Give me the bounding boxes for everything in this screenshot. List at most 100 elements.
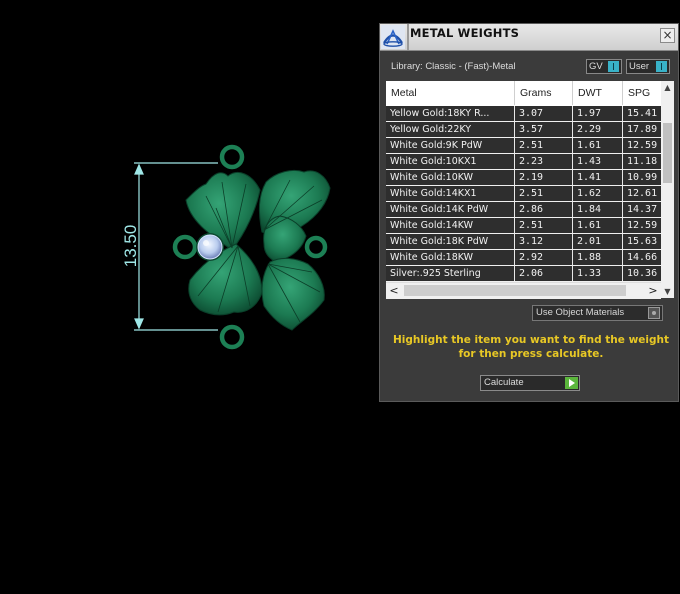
column-header-grams[interactable]: Grams (515, 81, 573, 105)
scroll-left-icon[interactable]: < (386, 283, 402, 299)
model-canvas[interactable]: 13.50 (0, 0, 378, 590)
cell-dwt: 1.88 (573, 250, 623, 265)
cell-spg: 14.37 (627, 204, 658, 215)
cell-grams: 2.51 (515, 186, 573, 201)
cell-grams: 2.06 (515, 266, 573, 281)
column-header-spg[interactable]: SPG (623, 81, 661, 105)
cell-spg: 12.61 (627, 188, 658, 199)
gv-toggle[interactable]: GV (586, 59, 622, 74)
cell-metal: White Gold:10KX1 (386, 154, 515, 169)
cell-spg: 12.59 (627, 220, 658, 231)
table-row[interactable]: Yellow Gold:18KY R... 3.07 1.97 15.41 (386, 106, 661, 122)
cell-dwt: 2.29 (573, 122, 623, 137)
jump-ring-bottom (219, 324, 245, 350)
cell-metal: White Gold:14KX1 (386, 186, 515, 201)
jump-ring-right (304, 235, 328, 259)
cell-dwt: 2.01 (573, 234, 623, 249)
cell-grams: 3.57 (515, 122, 573, 137)
cell-dwt: 1.33 (573, 266, 623, 281)
table-row[interactable]: Yellow Gold:22KY 3.57 2.29 17.89 (386, 122, 661, 138)
cell-dwt: 1.84 (573, 202, 623, 217)
app-logo-icon (381, 25, 405, 49)
toggle-indicator-icon (656, 61, 667, 72)
cell-spg: 15.41 (627, 108, 658, 119)
table-row[interactable]: White Gold:14K PdW 2.86 1.84 14.37 (386, 202, 661, 218)
cell-grams: 3.07 (515, 106, 573, 121)
vertical-scroll-thumb[interactable] (663, 123, 672, 183)
cell-dwt: 1.97 (573, 106, 623, 121)
scroll-right-icon[interactable]: > (645, 283, 661, 299)
cell-dwt: 1.41 (573, 170, 623, 185)
use-object-materials-checkbox[interactable]: Use Object Materials (532, 305, 663, 321)
gemstone (196, 233, 224, 261)
column-header-metal[interactable]: Metal (386, 81, 515, 105)
cell-spg: 10.36 (627, 268, 658, 279)
table-row[interactable]: White Gold:14KW 2.51 1.61 12.59 (386, 218, 661, 234)
table-row[interactable]: White Gold:10KX1 2.23 1.43 11.18 (386, 154, 661, 170)
cell-spg: 14.66 (627, 252, 658, 263)
library-label: Library: Classic - (Fast)-Metal (391, 61, 516, 72)
table-row[interactable]: White Gold:10KW 2.19 1.41 10.99 (386, 170, 661, 186)
cell-grams: 2.23 (515, 154, 573, 169)
cell-dwt: 1.43 (573, 154, 623, 169)
cell-grams: 2.51 (515, 138, 573, 153)
cell-spg: 12.59 (627, 140, 658, 151)
vertical-scrollbar[interactable]: ▲ ▼ (661, 81, 674, 298)
cell-spg: 17.89 (627, 124, 658, 135)
calculate-label: Calculate (484, 377, 524, 388)
leaf-lower-right (261, 257, 325, 331)
titlebar-separator (407, 24, 409, 50)
cell-metal: White Gold:9K PdW (386, 138, 515, 153)
cell-grams: 2.51 (515, 218, 573, 233)
scroll-down-icon[interactable]: ▼ (661, 285, 674, 298)
user-toggle[interactable]: User (626, 59, 670, 74)
cell-spg: 10.99 (627, 172, 658, 183)
panel-titlebar[interactable]: METAL WEIGHTS × (380, 24, 678, 51)
cell-metal: Yellow Gold:22KY (386, 122, 515, 137)
panel-title: METAL WEIGHTS (410, 26, 520, 40)
table-row[interactable]: White Gold:14KX1 2.51 1.62 12.61 (386, 186, 661, 202)
cell-grams: 2.19 (515, 170, 573, 185)
table-row[interactable]: Silver:.925 Sterling 2.06 1.33 10.36 (386, 266, 661, 282)
cell-spg: 15.63 (627, 236, 658, 247)
metal-table[interactable]: Metal Grams DWT SPG Yellow Gold:18KY R..… (386, 81, 661, 298)
table-row[interactable]: White Gold:9K PdW 2.51 1.61 12.59 (386, 138, 661, 154)
dimension-arrow-bottom (134, 318, 144, 330)
cell-grams: 2.86 (515, 202, 573, 217)
calculate-button[interactable]: Calculate (480, 375, 580, 391)
jump-ring-top (219, 144, 245, 170)
user-toggle-label: User (629, 61, 650, 72)
cell-metal: Yellow Gold:18KY R... (386, 106, 515, 121)
viewport[interactable]: 13.50 (0, 0, 378, 590)
table-row[interactable]: White Gold:18KW 2.92 1.88 14.66 (386, 250, 661, 266)
table-body: Yellow Gold:18KY R... 3.07 1.97 15.41 Yellow… (386, 106, 661, 282)
instruction-text: Highlight the item you want to find the … (393, 334, 669, 360)
dimension-arrow-top (134, 163, 144, 175)
horizontal-scroll-thumb[interactable] (404, 285, 626, 296)
leaf-upper-left (185, 172, 261, 251)
cell-dwt: 1.62 (573, 186, 623, 201)
table-row[interactable]: White Gold:18K PdW 3.12 2.01 15.63 (386, 234, 661, 250)
dimension-label: 13.50 (121, 225, 140, 268)
metal-weights-panel: METAL WEIGHTS × Library: Classic - (Fast… (379, 23, 679, 402)
cell-metal: White Gold:14KW (386, 218, 515, 233)
toggle-indicator-icon (608, 61, 619, 72)
column-header-dwt[interactable]: DWT (573, 81, 623, 105)
cell-grams: 2.92 (515, 250, 573, 265)
horizontal-scrollbar[interactable]: < > (386, 282, 661, 299)
cell-metal: White Gold:10KW (386, 170, 515, 185)
use-object-materials-label: Use Object Materials (536, 307, 625, 318)
cell-metal: Silver:.925 Sterling (386, 266, 515, 281)
gv-toggle-label: GV (589, 61, 603, 72)
cell-metal: White Gold:14K PdW (386, 202, 515, 217)
cell-metal: White Gold:18KW (386, 250, 515, 265)
cell-grams: 3.12 (515, 234, 573, 249)
jump-ring-left (172, 234, 198, 260)
checkbox-icon[interactable] (648, 307, 660, 319)
play-icon (565, 377, 578, 389)
cell-dwt: 1.61 (573, 218, 623, 233)
cell-metal: White Gold:18K PdW (386, 234, 515, 249)
cell-dwt: 1.61 (573, 138, 623, 153)
close-icon[interactable]: × (660, 28, 675, 43)
scroll-up-icon[interactable]: ▲ (661, 81, 674, 94)
